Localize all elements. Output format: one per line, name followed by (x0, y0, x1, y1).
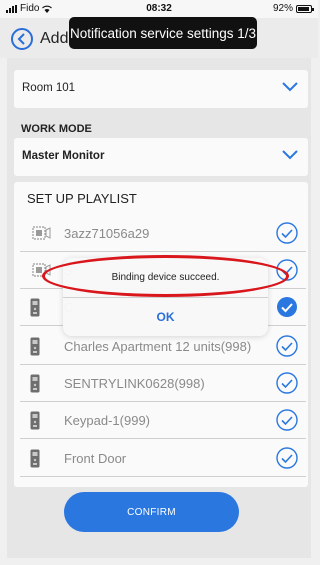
intercom-device-icon (30, 449, 40, 468)
playlist-item-name: Charles Apartment 12 units(998) (64, 339, 252, 354)
confirm-button[interactable]: CONFIRM (64, 492, 239, 532)
room-select-value: Room 101 (22, 82, 76, 94)
battery-icon (296, 4, 314, 13)
page-title: Add (40, 30, 69, 47)
playlist-item[interactable]: 3azz71056a29 (20, 215, 306, 252)
intercom-device-icon (30, 298, 40, 317)
playlist-item[interactable]: SENTRYLINK0628(998) (20, 365, 306, 402)
chevron-down-icon (282, 82, 298, 92)
work-mode-value: Master Monitor (22, 150, 105, 162)
playlist-item-name: 3azz71056a29 (64, 226, 150, 241)
back-button[interactable] (11, 28, 33, 50)
dialog-message: Binding device succeed. (111, 272, 220, 283)
check-circle-icon[interactable] (276, 372, 298, 394)
chevron-down-icon (282, 150, 298, 160)
intercom-device-icon (30, 337, 40, 356)
notification-tooltip: Notification service settings 1/3 (69, 17, 257, 49)
camera-icon (32, 263, 51, 277)
status-time: 08:32 (146, 3, 172, 14)
check-circle-icon[interactable] (276, 447, 298, 469)
intercom-device-icon (30, 374, 40, 393)
work-mode-label: WORK MODE (21, 123, 92, 135)
ok-button[interactable]: OK (63, 298, 268, 336)
playlist-item-name: Front Door (64, 451, 127, 466)
room-select[interactable]: Room 101 (14, 70, 308, 108)
playlist-item[interactable]: Front Door (20, 440, 306, 477)
playlist-item-name: SENTRYLINK0628(998) (64, 376, 205, 391)
intercom-device-icon (30, 411, 40, 430)
check-circle-icon[interactable] (276, 409, 298, 431)
status-bar: Fido 08:32 92% (0, 0, 318, 18)
check-circle-icon[interactable] (276, 259, 298, 281)
chevron-left-icon (17, 33, 25, 45)
camera-icon (32, 226, 51, 240)
battery-percent: 92% (272, 3, 293, 14)
playlist-item-name: Keypad-1(999) (64, 413, 150, 428)
playlist-item[interactable]: Keypad-1(999) (20, 402, 306, 439)
check-circle-icon[interactable] (276, 222, 298, 244)
work-mode-select[interactable]: Master Monitor (14, 138, 308, 176)
status-right: 92% (272, 3, 314, 14)
check-circle-filled-icon[interactable] (276, 296, 298, 318)
success-dialog: Binding device succeed. OK (63, 258, 268, 336)
check-circle-icon[interactable] (276, 335, 298, 357)
playlist-title: SET UP PLAYLIST (27, 191, 137, 206)
